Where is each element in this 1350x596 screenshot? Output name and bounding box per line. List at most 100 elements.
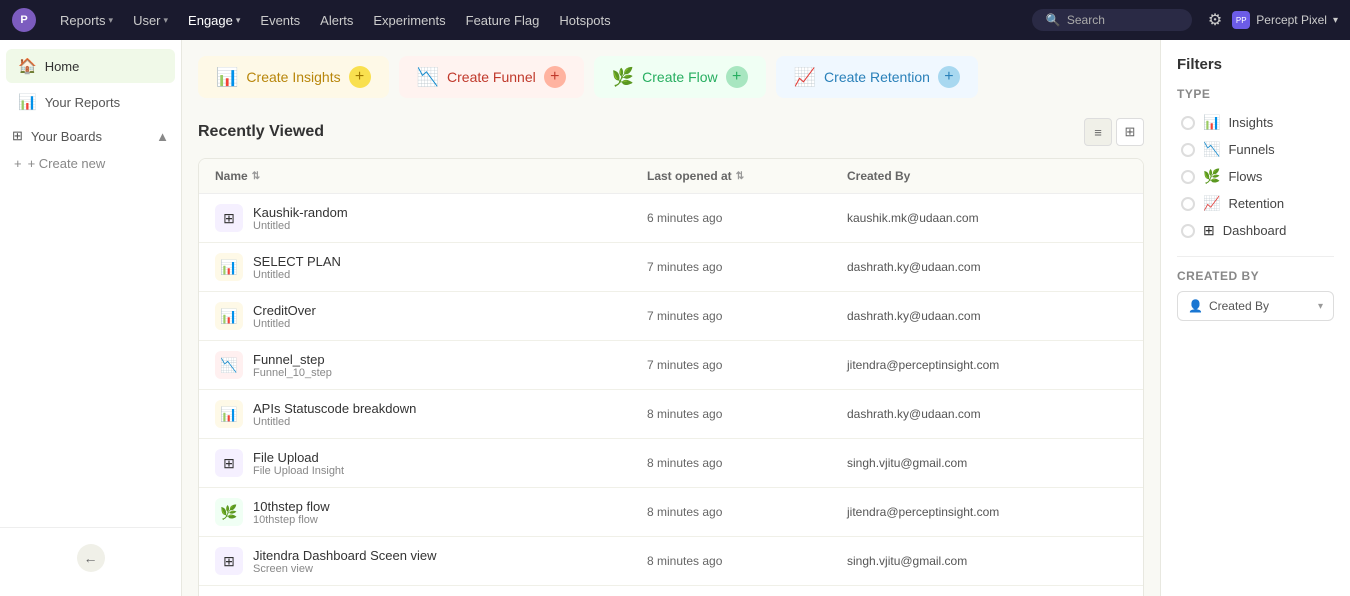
filter-icon: ⊞ — [1203, 222, 1215, 239]
table-body: ⊞ Kaushik-random Untitled 6 minutes ago … — [199, 194, 1143, 596]
row-type-icon: 📊 — [215, 302, 243, 330]
create-insights-button[interactable]: 📊 Create Insights + — [198, 56, 389, 98]
sidebar-back-button[interactable]: ← — [77, 544, 105, 572]
sidebar-reports-label: Your Reports — [45, 95, 120, 110]
row-secondary-name: 10thstep flow — [253, 514, 330, 526]
table-row[interactable]: ⊞ File Upload File Upload Insight 8 minu… — [199, 439, 1143, 488]
boards-icon: ⊞ — [12, 128, 23, 144]
nav-feature-flag[interactable]: Feature Flag — [458, 9, 548, 32]
nav-alerts[interactable]: Alerts — [312, 9, 361, 32]
filter-radio — [1181, 143, 1195, 157]
row-secondary-name: Untitled — [253, 416, 416, 428]
filter-type-funnels[interactable]: 📉 Funnels — [1177, 136, 1334, 163]
col-created-by-label: Created By — [847, 169, 910, 183]
col-last-opened[interactable]: Last opened at ⇅ — [647, 169, 847, 183]
col-name[interactable]: Name ⇅ — [215, 169, 647, 183]
create-retention-label: Create Retention — [824, 69, 930, 85]
filter-label: Funnels — [1228, 142, 1274, 157]
row-name-cell: 📊 CreditOver Untitled — [215, 302, 647, 330]
row-secondary-name: Screen view — [253, 563, 437, 575]
create-funnel-button[interactable]: 📉 Create Funnel + — [399, 56, 584, 98]
row-time: 8 minutes ago — [647, 505, 847, 519]
funnel-icon: 📉 — [417, 67, 439, 88]
row-primary-name: Jitendra Dashboard Sceen view — [253, 548, 437, 563]
recently-viewed-title: Recently Viewed — [198, 123, 324, 141]
table-row[interactable]: 📊 Set an alert 12 minutes ago zeeshan.an… — [199, 586, 1143, 596]
create-insights-label: Create Insights — [246, 69, 340, 85]
row-type-icon: ⊞ — [215, 547, 243, 575]
settings-icon[interactable]: ⚙ — [1208, 10, 1222, 30]
nav-engage[interactable]: Engage ▾ — [180, 9, 248, 32]
create-flow-button[interactable]: 🌿 Create Flow + — [594, 56, 766, 98]
row-type-icon: 🌿 — [215, 498, 243, 526]
reports-icon: 📊 — [18, 93, 37, 111]
row-secondary-name: Untitled — [253, 220, 348, 232]
nav-events[interactable]: Events — [252, 9, 308, 32]
create-flow-label: Create Flow — [642, 69, 717, 85]
filter-radio — [1181, 170, 1195, 184]
sidebar-item-your-reports[interactable]: 📊 Your Reports — [6, 85, 175, 119]
table-header: Name ⇅ Last opened at ⇅ Created By — [199, 159, 1143, 194]
table-row[interactable]: 📊 SELECT PLAN Untitled 7 minutes ago das… — [199, 243, 1143, 292]
sidebar-create-new[interactable]: + + Create new — [0, 148, 181, 179]
table-row[interactable]: 📊 CreditOver Untitled 7 minutes ago dash… — [199, 292, 1143, 341]
table-row[interactable]: 📉 Funnel_step Funnel_10_step 7 minutes a… — [199, 341, 1143, 390]
org-switcher[interactable]: PP Percept Pixel ▾ — [1232, 11, 1338, 29]
create-retention-button[interactable]: 📈 Create Retention + — [776, 56, 978, 98]
nav-hotspots[interactable]: Hotspots — [551, 9, 618, 32]
created-by-dropdown[interactable]: 👤 Created By ▾ — [1177, 291, 1334, 321]
filter-types-list: 📊 Insights 📉 Funnels 🌿 Flows 📈 Retention… — [1177, 109, 1334, 244]
created-by-section: Created By 👤 Created By ▾ — [1177, 269, 1334, 321]
list-view-button[interactable]: ≡ — [1084, 118, 1112, 146]
sidebar-item-home[interactable]: 🏠 Home — [6, 49, 175, 83]
row-secondary-name: Untitled — [253, 318, 316, 330]
filter-radio — [1181, 197, 1195, 211]
app-logo[interactable]: P — [12, 8, 36, 32]
search-icon: 🔍 — [1046, 13, 1061, 27]
table-row[interactable]: 🌿 10thstep flow 10thstep flow 8 minutes … — [199, 488, 1143, 537]
filter-type-retention[interactable]: 📈 Retention — [1177, 190, 1334, 217]
row-email: dashrath.ky@udaan.com — [847, 407, 1127, 421]
row-time: 6 minutes ago — [647, 211, 847, 225]
search-bar[interactable]: 🔍 Search — [1032, 9, 1192, 31]
insights-plus-icon: + — [349, 66, 371, 88]
funnel-plus-icon: + — [544, 66, 566, 88]
row-email: dashrath.ky@udaan.com — [847, 309, 1127, 323]
created-by-title: Created By — [1177, 269, 1334, 283]
row-name-text: Jitendra Dashboard Sceen view Screen vie… — [253, 548, 437, 575]
chevron-down-icon: ▾ — [1333, 15, 1338, 26]
row-time: 8 minutes ago — [647, 456, 847, 470]
row-email: kaushik.mk@udaan.com — [847, 211, 1127, 225]
row-primary-name: APIs Statuscode breakdown — [253, 401, 416, 416]
row-time: 7 minutes ago — [647, 260, 847, 274]
main-content: 📊 Create Insights + 📉 Create Funnel + 🌿 … — [182, 40, 1160, 596]
row-primary-name: SELECT PLAN — [253, 254, 341, 269]
filter-icon: 📈 — [1203, 195, 1220, 212]
table-row[interactable]: ⊞ Kaushik-random Untitled 6 minutes ago … — [199, 194, 1143, 243]
col-last-opened-label: Last opened at — [647, 169, 732, 183]
nav-reports[interactable]: Reports ▾ — [52, 9, 121, 32]
row-name-cell: ⊞ Jitendra Dashboard Sceen view Screen v… — [215, 547, 647, 575]
filter-divider — [1177, 256, 1334, 257]
row-name-text: File Upload File Upload Insight — [253, 450, 344, 477]
nav-experiments[interactable]: Experiments — [365, 9, 453, 32]
row-email: jitendra@perceptinsight.com — [847, 505, 1127, 519]
recently-viewed-header: Recently Viewed ≡ ⊞ — [198, 118, 1144, 146]
table-row[interactable]: 📊 APIs Statuscode breakdown Untitled 8 m… — [199, 390, 1143, 439]
row-name-cell: 🌿 10thstep flow 10thstep flow — [215, 498, 647, 526]
table-row[interactable]: ⊞ Jitendra Dashboard Sceen view Screen v… — [199, 537, 1143, 586]
row-primary-name: CreditOver — [253, 303, 316, 318]
row-time: 8 minutes ago — [647, 407, 847, 421]
row-primary-name: Funnel_step — [253, 352, 332, 367]
row-email: dashrath.ky@udaan.com — [847, 260, 1127, 274]
plus-icon: + — [14, 156, 22, 171]
sidebar-your-boards[interactable]: ⊞ Your Boards ▲ — [0, 120, 181, 148]
sidebar: 🏠 Home 📊 Your Reports ⊞ Your Boards ▲ + … — [0, 40, 182, 596]
filter-type-dashboard[interactable]: ⊞ Dashboard — [1177, 217, 1334, 244]
grid-view-button[interactable]: ⊞ — [1116, 118, 1144, 146]
row-name-text: APIs Statuscode breakdown Untitled — [253, 401, 416, 428]
nav-user[interactable]: User ▾ — [125, 9, 176, 32]
filter-type-insights[interactable]: 📊 Insights — [1177, 109, 1334, 136]
row-email: singh.vjitu@gmail.com — [847, 456, 1127, 470]
filter-type-flows[interactable]: 🌿 Flows — [1177, 163, 1334, 190]
